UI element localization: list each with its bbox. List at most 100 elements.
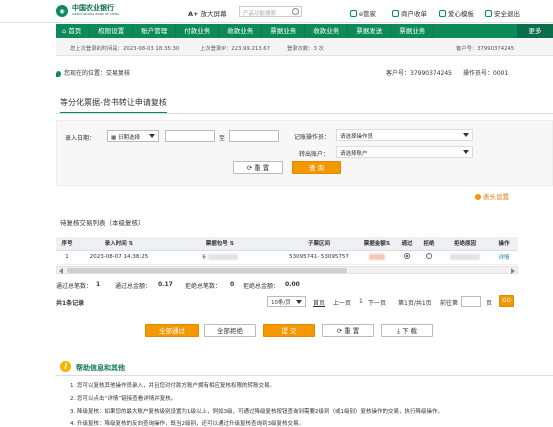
pass-all-button[interactable]: 全部通过 <box>145 324 199 337</box>
scroll-right-icon[interactable] <box>511 268 515 274</box>
scroll-left-icon[interactable] <box>59 268 63 274</box>
nav-bill[interactable]: 票据业务 <box>262 24 306 38</box>
gear-icon <box>475 194 481 200</box>
nav-receipt[interactable]: 收款业务 <box>219 24 263 38</box>
col-range: 子票区间 <box>280 237 358 251</box>
merchant-link[interactable]: 商户收单 <box>392 8 427 18</box>
table-row: 1 2023-08-07 14:38:25 6 53095741- 530957… <box>56 250 518 265</box>
page-unit: 页 <box>486 300 493 307</box>
nav-permission[interactable]: 权限设置 <box>90 24 134 38</box>
search-icon[interactable] <box>292 8 299 15</box>
pass-radio[interactable] <box>396 250 418 265</box>
love-template-link[interactable]: 爱心模板 <box>439 8 474 18</box>
reject-amount-label: 拒绝总金额： <box>243 283 280 290</box>
help-title: 帮助信息和其他 <box>76 364 125 372</box>
header-settings-link[interactable]: 表头设置 <box>475 191 509 201</box>
help-item: 3. 降级复核：如果您的最大账户复核级别设置为1级以上，例如3级，可通过降级复核… <box>70 409 443 415</box>
calendar-icon: ▦ <box>111 135 117 141</box>
reject-all-button[interactable]: 全部拒绝 <box>204 324 256 337</box>
review-table: 序号 录入时间 ⇅ 票据包号 ⇅ 子票区间 票据金额⇅ 通过 拒绝 拒绝原因 操… <box>56 237 518 265</box>
date-range-select[interactable]: ▦ 日期选择 <box>107 130 159 142</box>
redacted-amount <box>369 253 385 260</box>
main-nav: ⌂ 首页 权限设置 账户管理 付款业务 收款业务 票据业务 收款业务 票据发送 … <box>56 24 553 38</box>
logout-link[interactable]: 安全退出 <box>485 8 520 18</box>
last-login-ip: 上次登录IP：223.99.213.67 <box>200 46 270 52</box>
help-item: 2. 您可以点击“详情”链接查看详情并复核。 <box>70 396 177 402</box>
account-select[interactable]: 请选择账户 <box>336 146 473 158</box>
row-time: 2023-08-07 14:38:25 <box>78 250 160 265</box>
sort-icon: ⇅ <box>229 241 235 248</box>
start-date-input[interactable] <box>165 130 215 142</box>
submit-button[interactable]: 提 交 <box>263 324 315 337</box>
account-label: 转出账户： <box>299 151 330 158</box>
nav-receipt-2[interactable]: 收款业务 <box>305 24 349 38</box>
prev-page-link[interactable]: 上一页 <box>333 298 351 307</box>
nav-payment[interactable]: 付款业务 <box>176 24 220 38</box>
go-button[interactable]: GO <box>499 295 514 307</box>
detail-link[interactable]: 详情 <box>490 250 518 265</box>
chevron-down-icon <box>463 150 469 154</box>
bank-logo[interactable]: ◉ 中国农业银行 AGRICULTURAL BANK OF CHINA <box>56 5 119 17</box>
nav-more[interactable]: 更多 <box>517 24 553 38</box>
lock-icon <box>485 9 492 17</box>
help-item: 1. 您可以复核其他操作员录入，并且您对付款方账户拥有相应复核权限的转账交易。 <box>70 383 275 389</box>
download-icon: ⤓ <box>396 327 400 335</box>
scroll-thumb[interactable] <box>67 268 347 273</box>
record-count: 共1条记录 <box>56 300 85 307</box>
refresh-icon: ⟳ <box>246 164 253 172</box>
chevron-down-icon <box>296 300 302 304</box>
nav-bill-2[interactable]: 票据业务 <box>391 24 435 38</box>
pass-count-label: 通过总笔数： <box>56 283 93 290</box>
col-action: 操作 <box>490 237 518 251</box>
search-input[interactable]: 产品功能搜索 <box>239 6 302 17</box>
reject-count-label: 拒绝总笔数： <box>185 283 222 290</box>
operator-select[interactable]: 请选择操作员 <box>336 129 473 141</box>
breadcrumb: 您现在的位置：交易复核 <box>56 68 130 77</box>
goto-page-input[interactable] <box>461 296 481 307</box>
page-size-select[interactable]: 10条/页 <box>267 296 306 307</box>
e-steward-link[interactable]: e管家 <box>350 8 376 18</box>
page-title: 等分化票据-背书转让申请复核 <box>60 97 167 114</box>
next-page-link[interactable]: 下一页 <box>368 298 386 307</box>
nav-account[interactable]: 账户管理 <box>133 24 177 38</box>
title-divider <box>56 113 553 114</box>
end-date-input[interactable] <box>229 130 279 142</box>
bank-name-en: AGRICULTURAL BANK OF CHINA <box>72 12 120 16</box>
login-count: 登录次数：3 次 <box>287 46 324 52</box>
abc-logo-icon: ◉ <box>56 5 68 17</box>
nav-bill-send[interactable]: 票据发送 <box>348 24 392 38</box>
login-info-bar: 您上次登录的时间是：2023-08-03 18:35:30 上次登录IP：223… <box>56 39 553 56</box>
page-number[interactable]: 1 <box>359 298 363 305</box>
redacted-reason <box>450 253 480 260</box>
col-time[interactable]: 录入时间 ⇅ <box>78 237 160 251</box>
row-index: 1 <box>56 250 78 265</box>
col-index: 序号 <box>56 237 78 251</box>
download-button[interactable]: ⤓ 下 载 <box>381 324 433 337</box>
query-button[interactable]: 查 询 <box>292 161 341 174</box>
col-reason: 拒绝原因 <box>440 237 490 251</box>
reset-button[interactable]: ⟳ 重 置 <box>233 161 283 174</box>
row-reason[interactable] <box>440 250 490 265</box>
heart-icon <box>439 9 446 17</box>
query-form: 录入日期： ▦ 日期选择 至 记账操作员： 请选择操作员 转出账户： 请选择账户… <box>56 120 553 186</box>
sort-icon: ⇅ <box>128 241 134 248</box>
font-size-toggle[interactable]: A+ 放大屏幕 <box>188 8 227 18</box>
col-pass: 通过 <box>396 237 418 251</box>
col-amount[interactable]: 票据金额⇅ <box>358 237 396 251</box>
table-scrollbar[interactable] <box>56 266 518 274</box>
nav-home[interactable]: ⌂ 首页 <box>56 24 91 38</box>
reject-count: 0 <box>230 281 235 288</box>
pass-count: 1 <box>96 281 101 288</box>
date-label: 录入日期： <box>65 135 96 142</box>
date-to-label: 至 <box>219 135 226 142</box>
row-amount <box>358 250 396 265</box>
help-item: 4. 升级复核：降级复核的反向查询操作，既当2级别，还可以通过升级复核查询到3级… <box>70 421 304 427</box>
sort-icon: ⇅ <box>385 241 391 248</box>
redacted-package <box>207 253 238 260</box>
pass-amount-label: 通过总金额： <box>115 283 152 290</box>
reset-action-button[interactable]: ⟳ 重 置 <box>322 324 374 337</box>
row-package: 6 <box>160 250 280 265</box>
reject-radio[interactable] <box>418 250 440 265</box>
first-page-link[interactable]: 首页 <box>313 298 325 307</box>
col-package[interactable]: 票据包号 ⇅ <box>160 237 280 251</box>
